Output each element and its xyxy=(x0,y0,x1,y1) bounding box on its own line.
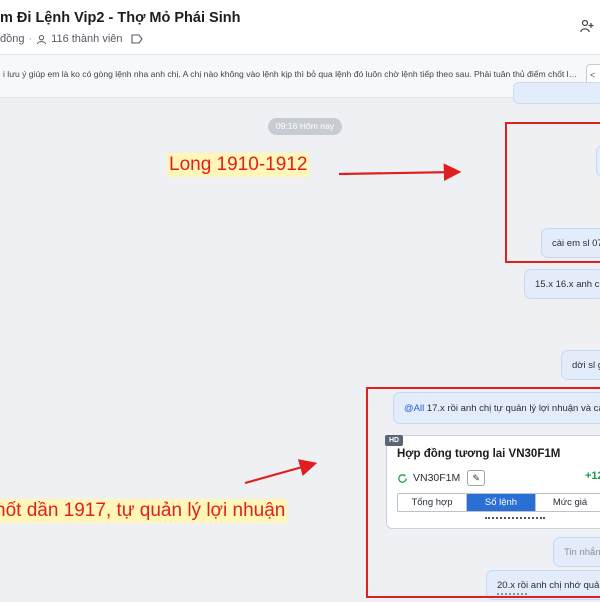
annotation-exit: hốt dần 1917, tự quản lý lợi nhuận xyxy=(0,499,288,523)
arrow-entry xyxy=(338,163,462,182)
arrow-exit xyxy=(244,459,318,485)
annotation-entry: Long 1910-1912 xyxy=(167,153,310,177)
